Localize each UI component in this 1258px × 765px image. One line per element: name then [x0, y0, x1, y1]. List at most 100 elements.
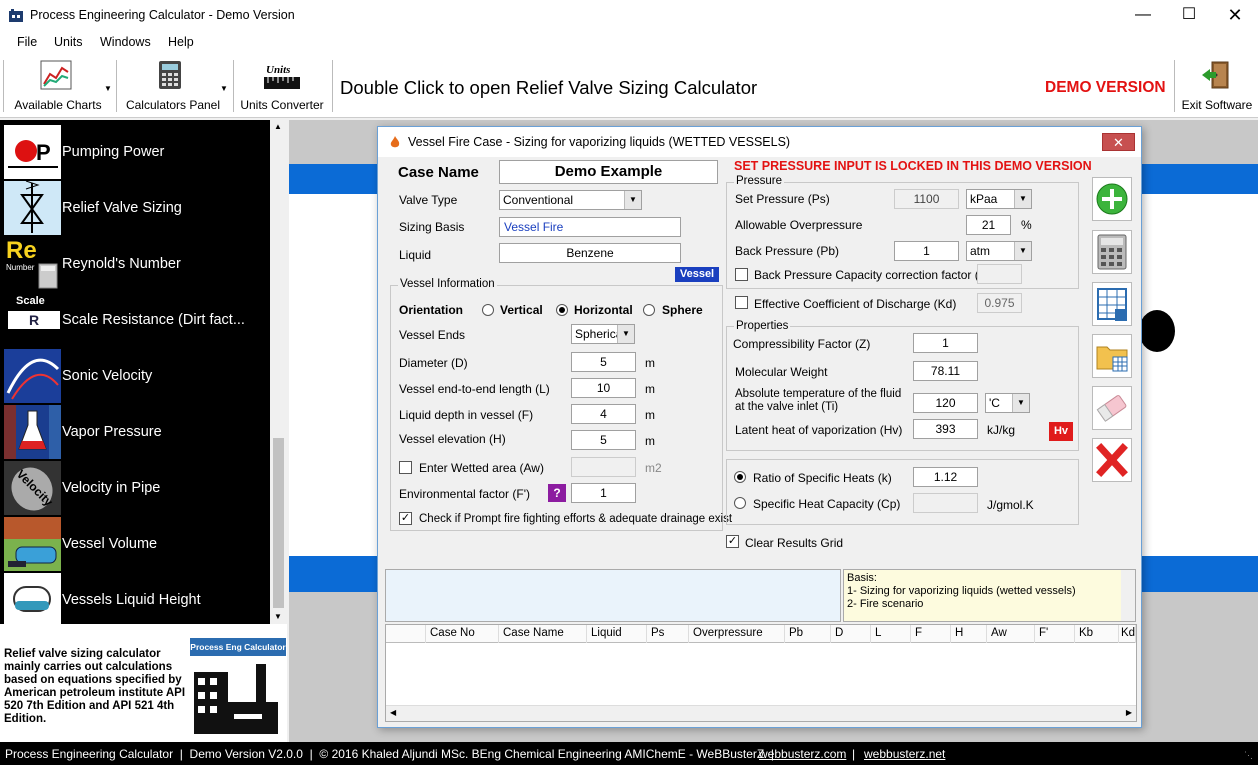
open-button[interactable]: [1092, 334, 1132, 378]
toolbar-separator: [3, 60, 4, 112]
overpressure-input[interactable]: 21: [966, 215, 1011, 235]
available-charts-button[interactable]: ▼ Available Charts: [8, 58, 112, 114]
minimize-icon[interactable]: —: [1120, 0, 1166, 32]
grid-col-overpressure[interactable]: Overpressure: [689, 625, 785, 643]
delete-button[interactable]: [1092, 438, 1132, 482]
calculate-button[interactable]: [1092, 230, 1132, 274]
sidebar-item-vapor-pressure[interactable]: Vapor Pressure: [4, 404, 268, 460]
kd-checkbox[interactable]: [735, 296, 748, 309]
wetted-area-checkbox[interactable]: [399, 461, 412, 474]
vessel-badge-button[interactable]: Vessel: [675, 267, 719, 282]
save-button[interactable]: [1092, 282, 1132, 326]
scroll-down-icon[interactable]: ▼: [274, 612, 282, 621]
chevron-down-icon[interactable]: ▼: [624, 191, 641, 209]
grid-col-aw[interactable]: Aw: [987, 625, 1035, 643]
sphere-radio[interactable]: [643, 304, 655, 316]
grid-col-case-no[interactable]: Case No: [426, 625, 499, 643]
hv-button[interactable]: Hv: [1049, 422, 1073, 441]
grid-hscrollbar[interactable]: ◀ ▶: [386, 705, 1136, 721]
sidebar-item-reynolds-number[interactable]: Re Number Reynold's Number: [4, 236, 268, 292]
grid-col-f-prime[interactable]: F': [1035, 625, 1075, 643]
grid-col-case-name[interactable]: Case Name: [499, 625, 587, 643]
scroll-right-icon[interactable]: ▶: [1126, 708, 1132, 717]
menu-help[interactable]: Help: [168, 35, 194, 49]
environmental-factor-input[interactable]: 1: [571, 483, 636, 503]
status-separator: |: [852, 747, 856, 761]
liquid-depth-input[interactable]: 4: [571, 404, 636, 424]
prompt-fire-fighting-checkbox[interactable]: ✓: [399, 512, 412, 525]
compressibility-input[interactable]: 1: [913, 333, 978, 353]
calculators-panel-button[interactable]: ▼ Calculators Panel: [120, 58, 228, 114]
ratio-specific-heats-input[interactable]: 1.12: [913, 467, 978, 487]
help-button[interactable]: ?: [548, 484, 566, 502]
length-input[interactable]: 10: [571, 378, 636, 398]
chevron-down-icon[interactable]: ▼: [104, 84, 112, 93]
calculator-list: P Pumping Power Relief Valve Sizing Re N…: [0, 120, 287, 624]
grid-col-f[interactable]: F: [911, 625, 951, 643]
grid-col-liquid[interactable]: Liquid: [587, 625, 647, 643]
sizing-basis-field[interactable]: Vessel Fire: [499, 217, 681, 237]
specific-heat-capacity-radio[interactable]: [734, 497, 746, 509]
heat-capacity-group: [726, 459, 1079, 525]
exit-software-button[interactable]: Exit Software: [1178, 58, 1256, 114]
temperature-unit-select[interactable]: 'C ▼: [985, 393, 1030, 413]
chevron-down-icon[interactable]: ▼: [1014, 190, 1031, 208]
grid-col-kb[interactable]: Kb: [1075, 625, 1119, 643]
chevron-down-icon[interactable]: ▼: [617, 325, 634, 343]
chevron-down-icon[interactable]: ▼: [220, 84, 228, 93]
status-link-2[interactable]: webbusterz.net: [864, 747, 945, 761]
grid-col-l[interactable]: L: [871, 625, 911, 643]
status-link-1[interactable]: webbusterz.com: [759, 747, 846, 761]
grid-col-d[interactable]: D: [831, 625, 871, 643]
molecular-weight-input[interactable]: 78.11: [913, 361, 978, 381]
sidebar-scrollbar[interactable]: ▲ ▼: [270, 120, 287, 624]
ratio-specific-heats-radio[interactable]: [734, 471, 746, 483]
grid-col-ps[interactable]: Ps: [647, 625, 689, 643]
vertical-radio[interactable]: [482, 304, 494, 316]
case-name-input[interactable]: Demo Example: [499, 160, 718, 184]
close-icon[interactable]: ✕: [1212, 0, 1258, 32]
length-label: Vessel end-to-end length (L): [399, 382, 550, 396]
horizontal-radio[interactable]: [556, 304, 568, 316]
diameter-input[interactable]: 5: [571, 352, 636, 372]
clear-results-checkbox[interactable]: ✓: [726, 535, 739, 548]
grid-col-h[interactable]: H: [951, 625, 987, 643]
sidebar-item-velocity-in-pipe[interactable]: Velocity Velocity in Pipe: [4, 460, 268, 516]
sidebar-item-sonic-velocity[interactable]: Sonic Velocity: [4, 348, 268, 404]
menu-file[interactable]: File: [17, 35, 37, 49]
sidebar-item-vessels-liquid-height[interactable]: Vessels Liquid Height: [4, 572, 268, 624]
sidebar-item-relief-valve-sizing[interactable]: Relief Valve Sizing: [4, 180, 268, 236]
clear-button[interactable]: [1092, 386, 1132, 430]
basis-scrollbar[interactable]: [1121, 570, 1135, 621]
scroll-up-icon[interactable]: ▲: [274, 122, 282, 131]
units-converter-button[interactable]: Units Units Converter: [238, 58, 326, 114]
basis-title: Basis:: [847, 572, 877, 584]
vessel-ends-select[interactable]: Spherical ▼: [571, 324, 635, 344]
chevron-down-icon[interactable]: ▼: [1012, 394, 1029, 412]
maximize-icon[interactable]: ☐: [1166, 0, 1212, 32]
dialog-close-button[interactable]: ✕: [1102, 133, 1135, 151]
temperature-input[interactable]: 120: [913, 393, 978, 413]
menu-windows[interactable]: Windows: [100, 35, 151, 49]
sidebar-item-vessel-volume[interactable]: Vessel Volume: [4, 516, 268, 572]
liquid-field[interactable]: Benzene: [499, 243, 681, 263]
grid-col-pb[interactable]: Pb: [785, 625, 831, 643]
back-pressure-input[interactable]: 1: [894, 241, 959, 261]
elevation-input[interactable]: 5: [571, 430, 636, 450]
sidebar-item-pumping-power[interactable]: P Pumping Power: [4, 124, 268, 180]
resize-grip-icon[interactable]: ⋱: [1244, 750, 1254, 760]
app-icon: [9, 9, 23, 22]
grid-col-kd[interactable]: Kd: [1119, 625, 1136, 643]
reynolds-icon-text: Re: [6, 237, 37, 264]
chevron-down-icon[interactable]: ▼: [1014, 242, 1031, 260]
menu-units[interactable]: Units: [54, 35, 82, 49]
latent-heat-input[interactable]: 393: [913, 419, 978, 439]
sidebar-item-scale-resistance[interactable]: Scale R Scale Resistance (Dirt fact...: [4, 292, 268, 348]
set-pressure-unit-select[interactable]: kPaa ▼: [966, 189, 1032, 209]
scroll-left-icon[interactable]: ◀: [390, 708, 396, 717]
scrollbar-thumb[interactable]: [273, 438, 284, 608]
valve-type-select[interactable]: Conventional ▼: [499, 190, 642, 210]
add-case-button[interactable]: [1092, 177, 1132, 221]
kb-checkbox[interactable]: [735, 268, 748, 281]
back-pressure-unit-select[interactable]: atm ▼: [966, 241, 1032, 261]
